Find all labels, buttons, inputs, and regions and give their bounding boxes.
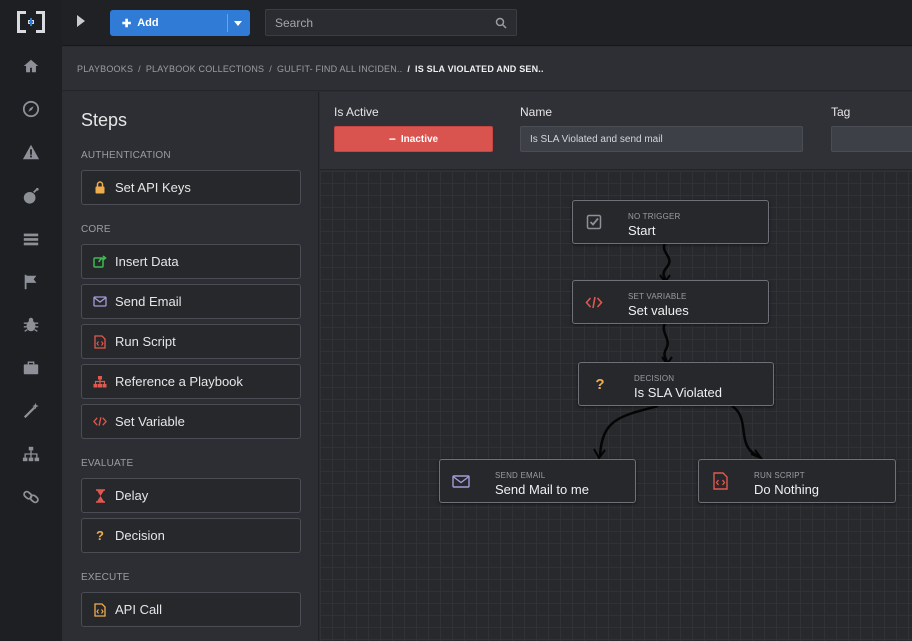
left-nav-rail bbox=[0, 0, 62, 641]
compass-icon[interactable] bbox=[21, 99, 41, 119]
is-active-label: Is Active bbox=[334, 105, 379, 119]
app-logo-icon[interactable] bbox=[15, 9, 47, 35]
playbook-editor: Is Active − Inactive Name Is SLA Violate… bbox=[320, 92, 912, 641]
name-field[interactable]: Is SLA Violated and send mail bbox=[520, 126, 803, 152]
plus-icon: ✚ bbox=[122, 17, 132, 30]
section-authentication: AUTHENTICATION bbox=[81, 150, 171, 161]
node-name: Start bbox=[628, 223, 656, 238]
step-label: Reference a Playbook bbox=[115, 374, 243, 389]
node-type: NO TRIGGER bbox=[628, 212, 681, 221]
flow-canvas[interactable]: NO TRIGGER Start SET VARIABLE Set values… bbox=[320, 171, 912, 641]
playbook-properties: Is Active − Inactive Name Is SLA Violate… bbox=[320, 92, 912, 170]
list-icon[interactable] bbox=[21, 229, 41, 249]
breadcrumb-item-collections[interactable]: PLAYBOOK COLLECTIONS bbox=[146, 64, 264, 74]
connector-decision-to-script bbox=[731, 404, 761, 459]
checkbox-icon bbox=[585, 213, 603, 231]
alert-icon[interactable] bbox=[21, 142, 41, 162]
api-file-icon bbox=[93, 602, 107, 617]
step-label: Run Script bbox=[115, 334, 176, 349]
connector-decision-to-email bbox=[598, 404, 659, 457]
search-input[interactable] bbox=[275, 15, 485, 30]
search-icon[interactable] bbox=[495, 17, 507, 29]
step-label: Send Email bbox=[115, 294, 182, 309]
step-send-email[interactable]: Send Email bbox=[81, 284, 301, 319]
add-button-separator bbox=[227, 14, 228, 32]
step-api-call[interactable]: API Call bbox=[81, 592, 301, 627]
step-label: Set Variable bbox=[115, 414, 185, 429]
chevron-down-icon[interactable] bbox=[234, 21, 242, 26]
add-button[interactable]: ✚ Add bbox=[110, 10, 250, 36]
script-file-icon bbox=[93, 334, 107, 349]
breadcrumb-item-collection[interactable]: GULFIT- FIND ALL INCIDEN.. bbox=[277, 64, 402, 74]
tag-field[interactable] bbox=[831, 126, 912, 152]
step-label: Decision bbox=[115, 528, 165, 543]
node-name: Set values bbox=[628, 303, 689, 318]
lock-icon bbox=[93, 181, 107, 195]
section-evaluate: EVALUATE bbox=[81, 458, 134, 469]
node-name: Is SLA Violated bbox=[634, 385, 722, 400]
step-label: Set API Keys bbox=[115, 180, 191, 195]
question-icon: ? bbox=[96, 528, 104, 543]
breadcrumb-current: IS SLA VIOLATED AND SEN.. bbox=[415, 63, 544, 74]
step-delay[interactable]: Delay bbox=[81, 478, 301, 513]
is-active-value: Inactive bbox=[400, 133, 439, 145]
section-core: CORE bbox=[81, 224, 111, 235]
envelope-icon bbox=[93, 295, 107, 309]
top-bar: ✚ Add bbox=[62, 0, 912, 46]
home-icon[interactable] bbox=[21, 56, 41, 76]
node-type: DECISION bbox=[634, 374, 675, 383]
breadcrumb-item-playbooks[interactable]: PLAYBOOKS bbox=[77, 64, 133, 74]
breadcrumb-separator: / bbox=[138, 63, 141, 74]
sitemap-icon bbox=[93, 375, 107, 389]
expand-sidebar-icon[interactable] bbox=[77, 15, 85, 27]
breadcrumb-separator: / bbox=[407, 63, 411, 74]
steps-title: Steps bbox=[81, 110, 128, 130]
step-set-variable[interactable]: Set Variable bbox=[81, 404, 301, 439]
flag-icon[interactable] bbox=[21, 272, 41, 292]
node-type: SET VARIABLE bbox=[628, 292, 687, 301]
node-name: Do Nothing bbox=[754, 482, 820, 497]
connector-start-to-set bbox=[662, 242, 671, 282]
step-reference-playbook[interactable]: Reference a Playbook bbox=[81, 364, 301, 399]
step-set-api-keys[interactable]: Set API Keys bbox=[81, 170, 301, 205]
step-label: Insert Data bbox=[115, 254, 179, 269]
breadcrumb-separator: / bbox=[269, 63, 272, 74]
flow-node-set-values[interactable]: SET VARIABLE Set values bbox=[572, 280, 769, 324]
hourglass-icon bbox=[93, 488, 107, 503]
add-button-label: Add bbox=[137, 17, 159, 29]
flow-node-send-email[interactable]: SEND EMAIL Send Mail to me bbox=[439, 459, 636, 503]
name-label: Name bbox=[520, 105, 553, 119]
step-label: Delay bbox=[115, 488, 149, 503]
flow-node-decision[interactable]: ? DECISION Is SLA Violated bbox=[578, 362, 774, 406]
sitemap-icon[interactable] bbox=[21, 444, 41, 464]
connector-set-to-decision bbox=[662, 322, 669, 364]
minus-icon: − bbox=[388, 132, 396, 146]
code-icon bbox=[93, 415, 107, 429]
question-icon: ? bbox=[595, 375, 605, 393]
flow-node-run-script[interactable]: RUN SCRIPT Do Nothing bbox=[698, 459, 896, 503]
step-insert-data[interactable]: Insert Data bbox=[81, 244, 301, 279]
step-run-script[interactable]: Run Script bbox=[81, 324, 301, 359]
step-label: API Call bbox=[115, 602, 162, 617]
bug-icon[interactable] bbox=[21, 315, 41, 335]
flow-node-start[interactable]: NO TRIGGER Start bbox=[572, 200, 769, 244]
briefcase-icon[interactable] bbox=[21, 358, 41, 378]
share-icon bbox=[93, 255, 107, 269]
wand-icon[interactable] bbox=[21, 401, 41, 421]
bomb-icon[interactable] bbox=[21, 186, 41, 206]
is-active-toggle[interactable]: − Inactive bbox=[334, 126, 493, 152]
tag-label: Tag bbox=[831, 105, 851, 119]
envelope-icon bbox=[452, 472, 470, 490]
node-type: RUN SCRIPT bbox=[754, 471, 805, 480]
script-file-icon bbox=[711, 472, 729, 490]
search-box[interactable] bbox=[265, 9, 517, 36]
code-icon bbox=[585, 293, 603, 311]
link-icon[interactable] bbox=[21, 487, 41, 507]
breadcrumb: PLAYBOOKS / PLAYBOOK COLLECTIONS / GULFI… bbox=[62, 47, 912, 91]
node-type: SEND EMAIL bbox=[495, 471, 546, 480]
section-execute: EXECUTE bbox=[81, 572, 130, 583]
step-decision[interactable]: ? Decision bbox=[81, 518, 301, 553]
steps-panel: Steps AUTHENTICATION Set API Keys CORE I… bbox=[62, 92, 319, 641]
node-name: Send Mail to me bbox=[495, 482, 589, 497]
